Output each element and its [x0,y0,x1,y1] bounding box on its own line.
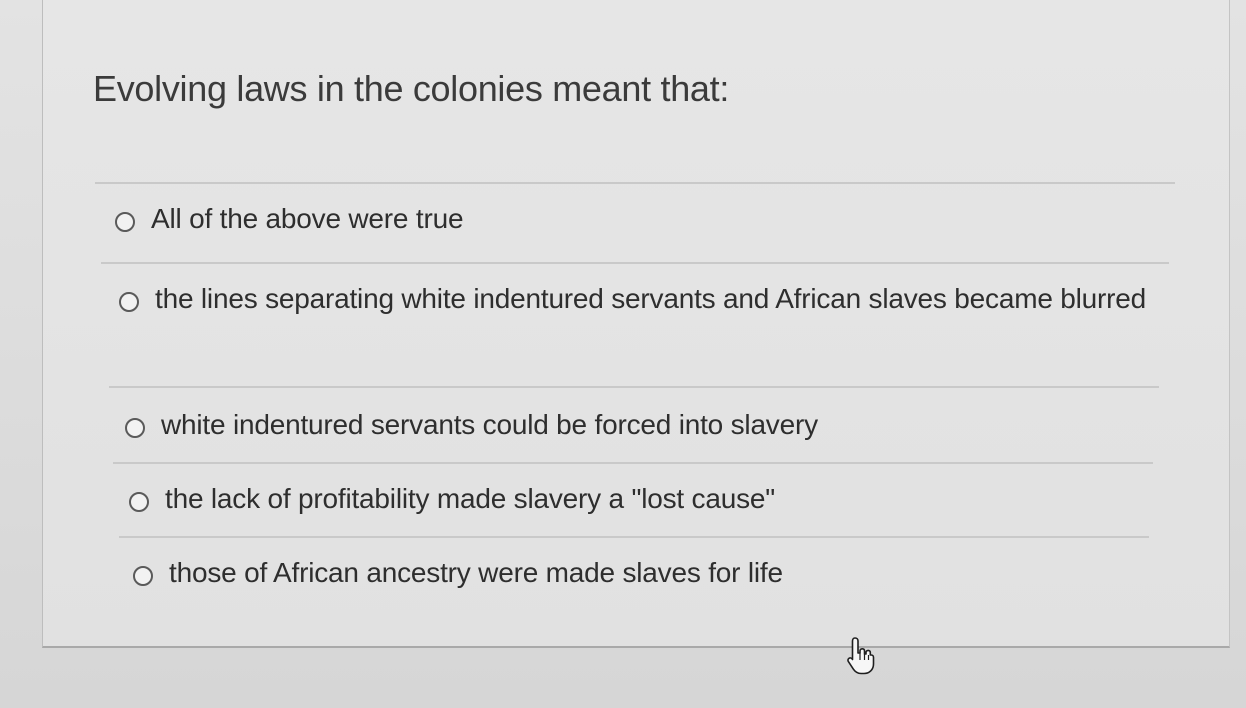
option-lines-blurred[interactable]: the lines separating white indentured se… [119,283,1159,322]
divider [101,262,1169,264]
option-label: the lines separating white indentured se… [155,283,1147,314]
radio-unselected-icon[interactable] [115,212,135,232]
radio-unselected-icon[interactable] [133,566,153,586]
option-lost-cause[interactable]: the lack of profitability made slavery a… [129,483,1149,522]
option-label: All of the above were true [151,203,464,234]
radio-unselected-icon[interactable] [119,292,139,312]
divider [119,536,1149,538]
screen: Evolving laws in the colonies meant that… [0,0,1246,708]
divider [109,386,1159,388]
option-slaves-for-life[interactable]: those of African ancestry were made slav… [133,557,1143,596]
radio-unselected-icon[interactable] [125,418,145,438]
divider [95,182,1175,184]
question-text: Evolving laws in the colonies meant that… [93,68,730,109]
divider [113,462,1153,464]
option-forced-into-slavery[interactable]: white indentured servants could be force… [125,409,1155,448]
option-label: white indentured servants could be force… [161,409,818,440]
option-label: those of African ancestry were made slav… [169,557,783,588]
option-all-of-the-above[interactable]: All of the above were true [115,203,1165,242]
question-card: Evolving laws in the colonies meant that… [42,0,1230,648]
hand-pointer-cursor-icon [847,637,875,675]
option-label: the lack of profitability made slavery a… [165,483,776,514]
radio-unselected-icon[interactable] [129,492,149,512]
